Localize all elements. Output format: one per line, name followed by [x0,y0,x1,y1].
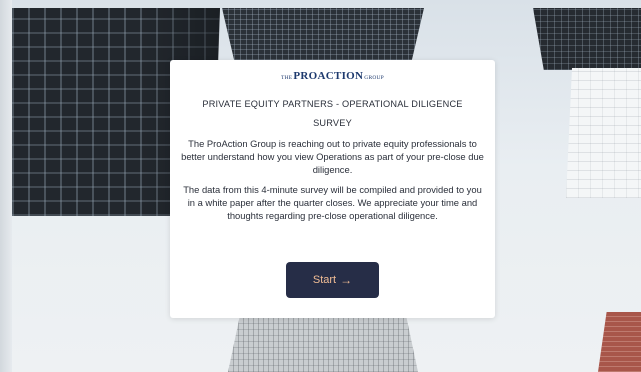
arrow-right-icon: → [340,273,353,287]
background-edge [0,0,12,372]
building-right-white [566,68,641,198]
building-top [222,8,424,60]
building-right-red [598,312,641,372]
survey-card: THE PROACTION GROUP PRIVATE EQUITY PARTN… [170,60,495,318]
company-logo: THE PROACTION GROUP [170,70,495,86]
start-button-label: Start [312,274,337,286]
logo-prefix: THE [281,75,293,81]
survey-title: PRIVATE EQUITY PARTNERS - OPERATIONAL DI… [202,99,463,128]
building-right-dark [533,8,641,70]
logo-suffix: GROUP [364,75,384,81]
logo-name: PROACTION [293,70,364,82]
building-bottom [228,318,418,372]
start-button[interactable]: Start → [286,262,379,298]
survey-intro: The ProAction Group is reaching out to p… [181,138,484,175]
survey-details: The data from this 4-minute survey will … [183,184,482,221]
